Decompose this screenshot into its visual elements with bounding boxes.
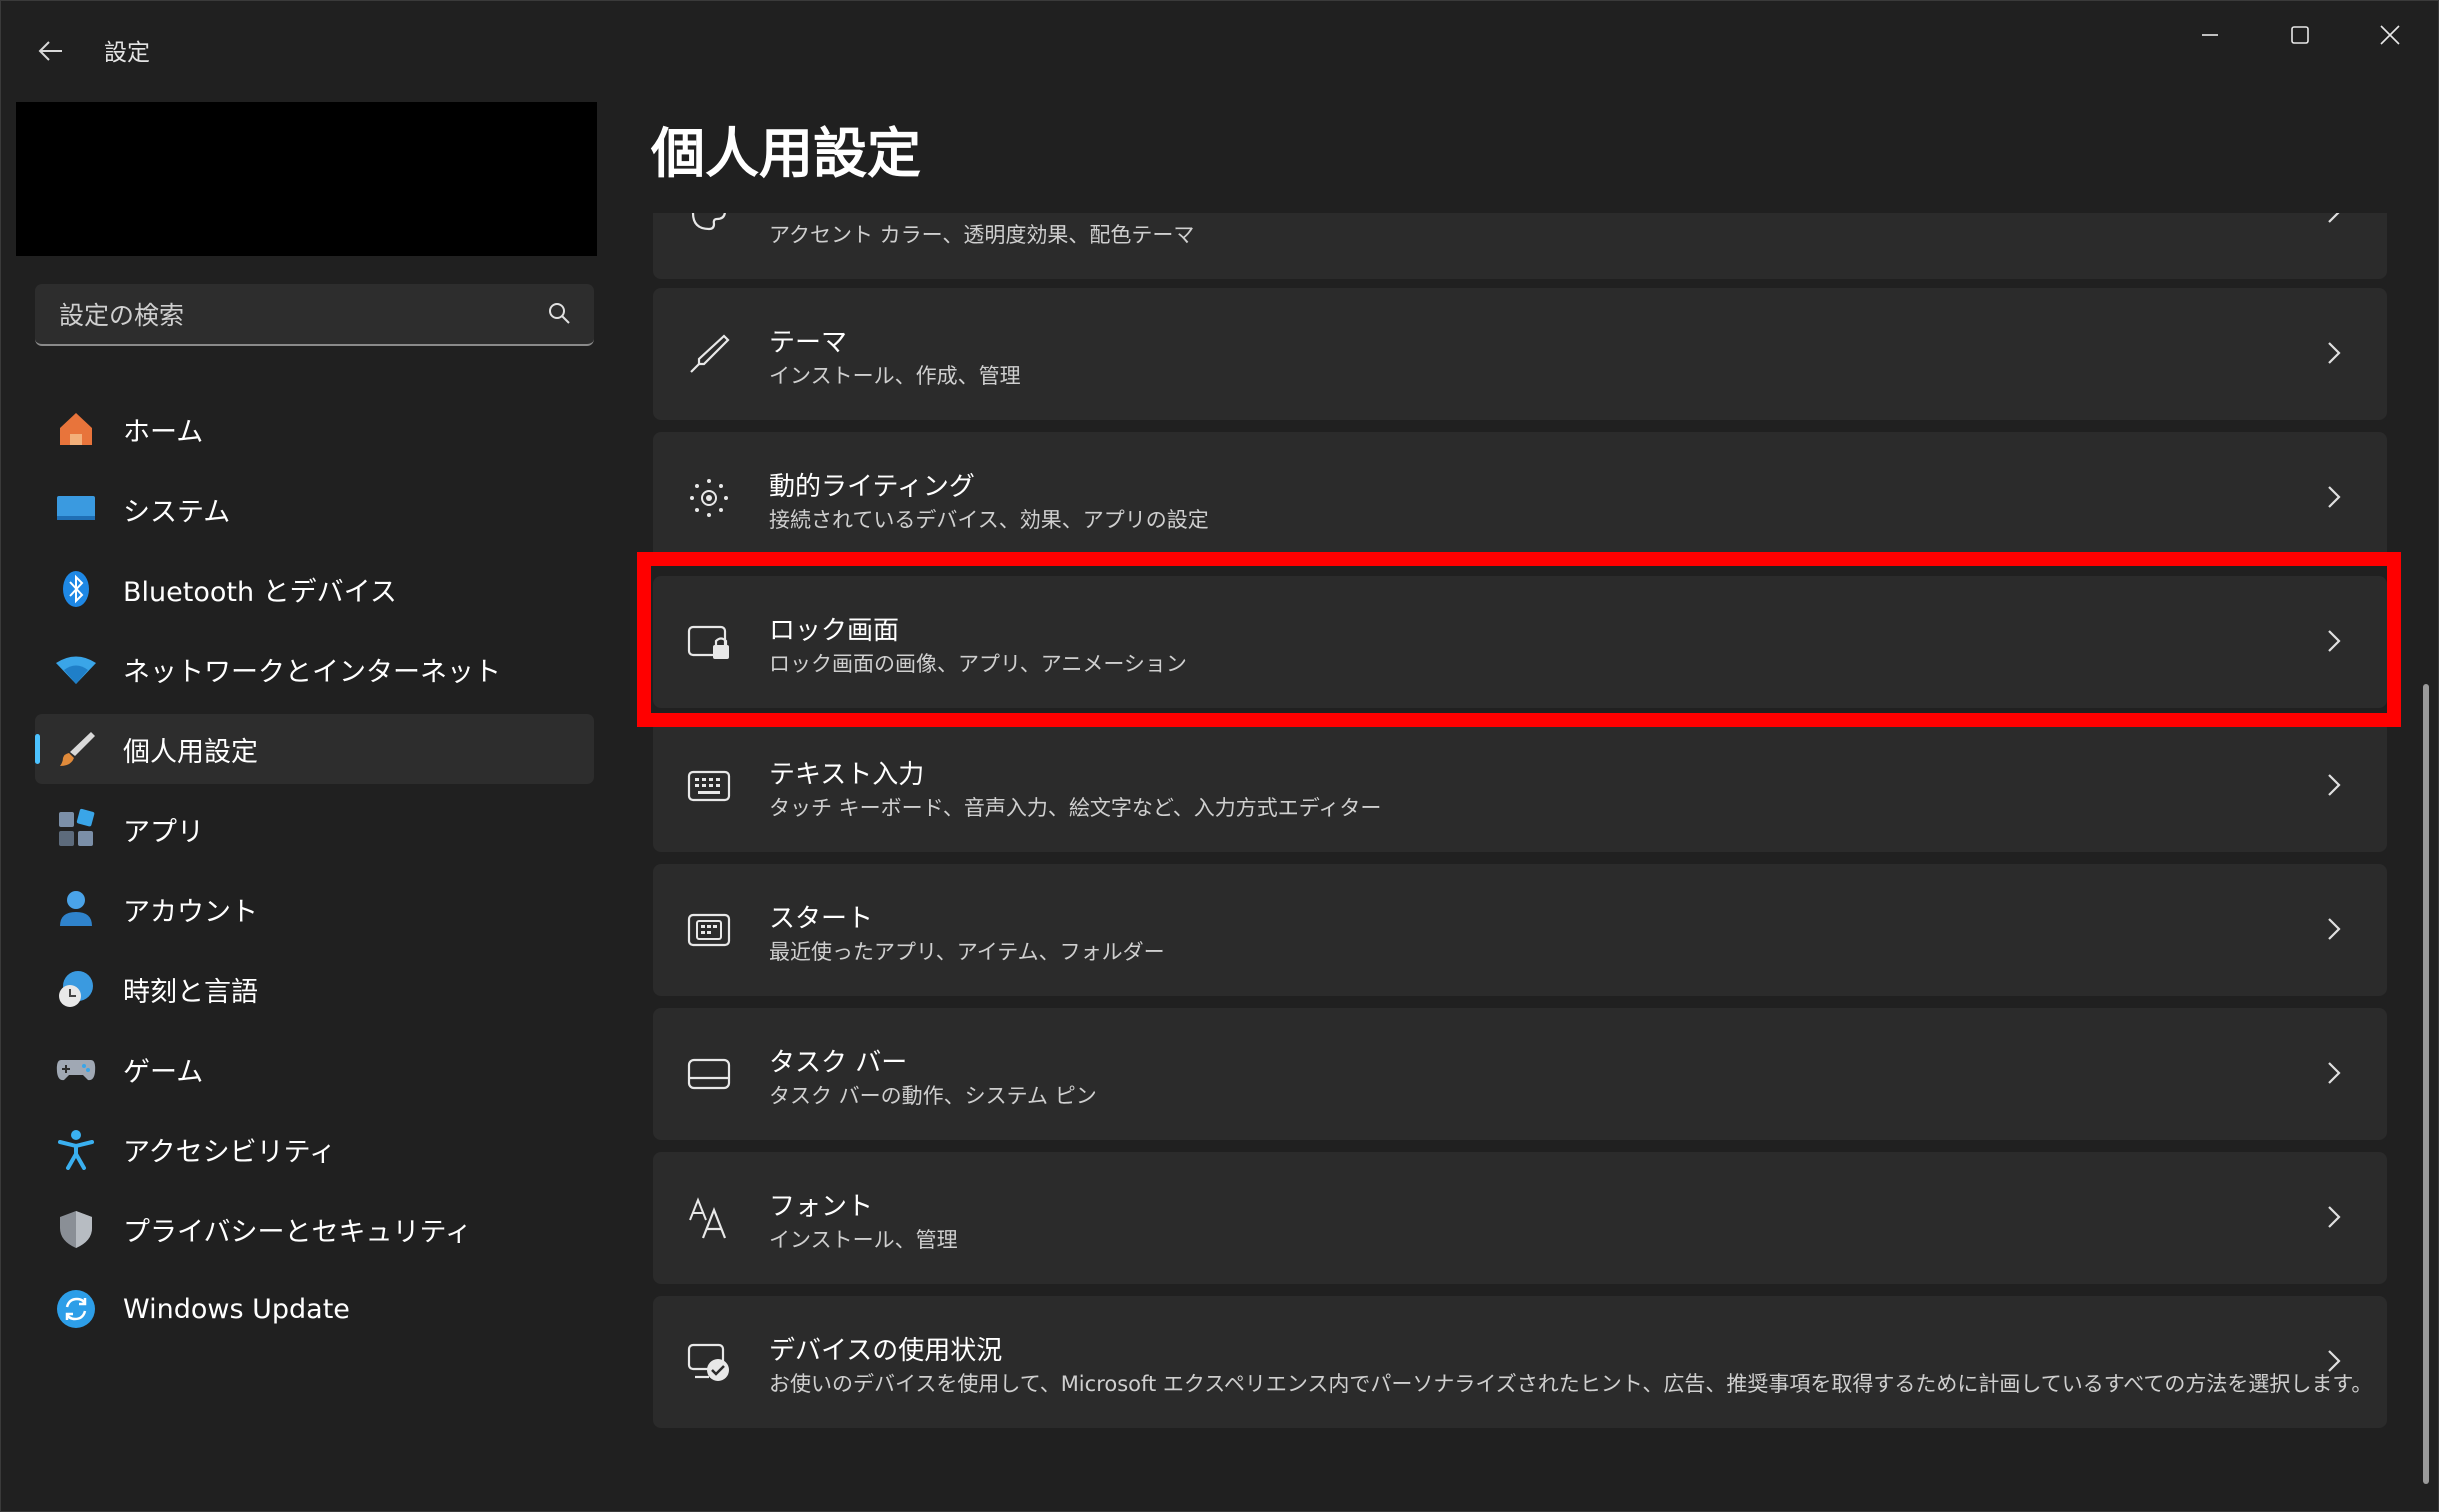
back-arrow-icon bbox=[38, 41, 62, 61]
palette-icon bbox=[685, 213, 733, 237]
card-subtitle: インストール、管理 bbox=[769, 1228, 958, 1252]
update-icon bbox=[55, 1288, 97, 1330]
apps-icon bbox=[55, 808, 97, 850]
sidebar-item-accessibility[interactable]: アクセシビリティ bbox=[35, 1114, 594, 1184]
minimize-button[interactable] bbox=[2165, 9, 2255, 61]
sidebar-item-label: アプリ bbox=[123, 816, 204, 848]
monitor-icon bbox=[55, 488, 97, 530]
sidebar-item-label: システム bbox=[123, 496, 231, 528]
card-device-usage[interactable]: デバイスの使用状況 お使いのデバイスを使用して、Microsoft エクスペリエ… bbox=[653, 1296, 2387, 1428]
sidebar-item-gaming[interactable]: ゲーム bbox=[35, 1034, 594, 1104]
sidebar-item-label: プライバシーとセキュリティ bbox=[123, 1216, 472, 1248]
font-icon bbox=[685, 1194, 733, 1242]
settings-list: アクセント カラー、透明度効果、配色テーマ テーマ インストール、作成、管理 動… bbox=[653, 213, 2389, 1503]
sidebar-item-personalization[interactable]: 個人用設定 bbox=[35, 714, 594, 784]
account-profile-banner[interactable] bbox=[16, 102, 597, 256]
title-bar: 設定 bbox=[1, 1, 2438, 96]
chevron-right-icon bbox=[2319, 1202, 2349, 1232]
sidebar-item-label: アカウント bbox=[123, 896, 258, 928]
card-title: テキスト入力 bbox=[769, 760, 925, 790]
home-icon bbox=[55, 408, 97, 450]
device-usage-icon bbox=[685, 1338, 733, 1386]
lighting-icon bbox=[685, 474, 733, 522]
chevron-right-icon bbox=[2319, 914, 2349, 944]
chevron-right-icon bbox=[2319, 338, 2349, 368]
search-input[interactable] bbox=[57, 284, 531, 346]
sidebar-item-label: ホーム bbox=[123, 416, 204, 448]
keyboard-icon bbox=[685, 762, 733, 810]
gamepad-icon bbox=[55, 1048, 97, 1090]
card-subtitle: お使いのデバイスを使用して、Microsoft エクスペリエンス内でパーソナライ… bbox=[769, 1372, 2373, 1396]
sidebar-item-system[interactable]: システム bbox=[35, 474, 594, 544]
pen-icon bbox=[685, 330, 733, 378]
card-subtitle: アクセント カラー、透明度効果、配色テーマ bbox=[769, 223, 1195, 247]
search-box[interactable] bbox=[35, 284, 594, 346]
card-start[interactable]: スタート 最近使ったアプリ、アイテム、フォルダー bbox=[653, 864, 2387, 996]
sidebar-item-network[interactable]: ネットワークとインターネット bbox=[35, 634, 594, 704]
card-title: スタート bbox=[769, 904, 874, 934]
card-title: テーマ bbox=[769, 328, 848, 358]
card-dynamic-lighting[interactable]: 動的ライティング 接続されているデバイス、効果、アプリの設定 bbox=[653, 432, 2387, 564]
sidebar-item-label: Windows Update bbox=[123, 1293, 350, 1325]
scrollbar-thumb[interactable] bbox=[2423, 684, 2429, 1484]
sidebar-item-windows-update[interactable]: Windows Update bbox=[35, 1274, 594, 1344]
sidebar-item-label: ネットワークとインターネット bbox=[123, 656, 501, 688]
maximize-button[interactable] bbox=[2255, 9, 2345, 61]
card-subtitle: タッチ キーボード、音声入力、絵文字など、入力方式エディター bbox=[769, 796, 1382, 820]
card-title: 動的ライティング bbox=[769, 472, 975, 502]
sidebar-item-accounts[interactable]: アカウント bbox=[35, 874, 594, 944]
sidebar-item-apps[interactable]: アプリ bbox=[35, 794, 594, 864]
close-icon bbox=[2380, 25, 2400, 45]
bluetooth-icon bbox=[55, 568, 97, 610]
card-colors[interactable]: アクセント カラー、透明度効果、配色テーマ bbox=[653, 213, 2387, 279]
sidebar-item-label: Bluetooth とデバイス bbox=[123, 576, 397, 608]
back-button[interactable] bbox=[23, 23, 79, 79]
sidebar-item-label: 個人用設定 bbox=[123, 736, 258, 768]
accessibility-icon bbox=[55, 1128, 97, 1170]
card-title: タスク バー bbox=[769, 1048, 908, 1078]
sidebar-item-label: アクセシビリティ bbox=[123, 1136, 337, 1168]
clock-globe-icon bbox=[55, 968, 97, 1010]
chevron-right-icon bbox=[2319, 1346, 2349, 1376]
sidebar-item-bluetooth[interactable]: Bluetooth とデバイス bbox=[35, 554, 594, 624]
card-subtitle: 最近使ったアプリ、アイテム、フォルダー bbox=[769, 940, 1165, 964]
card-subtitle: タスク バーの動作、システム ピン bbox=[769, 1084, 1097, 1108]
card-text-input[interactable]: テキスト入力 タッチ キーボード、音声入力、絵文字など、入力方式エディター bbox=[653, 720, 2387, 852]
search-icon[interactable] bbox=[546, 300, 572, 330]
maximize-icon bbox=[2291, 26, 2309, 44]
card-title: フォント bbox=[769, 1192, 874, 1222]
card-title: デバイスの使用状況 bbox=[769, 1336, 1003, 1366]
selection-indicator bbox=[35, 734, 40, 764]
sidebar-item-home[interactable]: ホーム bbox=[35, 394, 594, 464]
app-title: 設定 bbox=[104, 40, 150, 66]
card-subtitle: 接続されているデバイス、効果、アプリの設定 bbox=[769, 508, 1209, 532]
brush-icon bbox=[55, 728, 97, 770]
chevron-right-icon bbox=[2319, 482, 2349, 512]
card-subtitle: インストール、作成、管理 bbox=[769, 364, 1021, 388]
sidebar-item-label: 時刻と言語 bbox=[123, 976, 258, 1008]
page-title: 個人用設定 bbox=[651, 122, 921, 185]
minimize-icon bbox=[2202, 34, 2218, 36]
person-icon bbox=[55, 888, 97, 930]
sidebar-item-time-language[interactable]: 時刻と言語 bbox=[35, 954, 594, 1024]
sidebar-item-privacy[interactable]: プライバシーとセキュリティ bbox=[35, 1194, 594, 1264]
chevron-right-icon bbox=[2319, 770, 2349, 800]
sidebar-item-label: ゲーム bbox=[123, 1056, 204, 1088]
chevron-right-icon bbox=[2319, 213, 2349, 227]
close-button[interactable] bbox=[2345, 9, 2435, 61]
wifi-icon bbox=[55, 648, 97, 690]
shield-icon bbox=[55, 1208, 97, 1250]
start-icon bbox=[685, 906, 733, 954]
highlight-box bbox=[637, 552, 2401, 727]
card-taskbar[interactable]: タスク バー タスク バーの動作、システム ピン bbox=[653, 1008, 2387, 1140]
card-themes[interactable]: テーマ インストール、作成、管理 bbox=[653, 288, 2387, 420]
card-fonts[interactable]: フォント インストール、管理 bbox=[653, 1152, 2387, 1284]
taskbar-icon bbox=[685, 1050, 733, 1098]
chevron-right-icon bbox=[2319, 1058, 2349, 1088]
settings-window: 設定 設定の検索 ホーム システム Bluetooth とデバイス ネットワーク… bbox=[0, 0, 2439, 1512]
